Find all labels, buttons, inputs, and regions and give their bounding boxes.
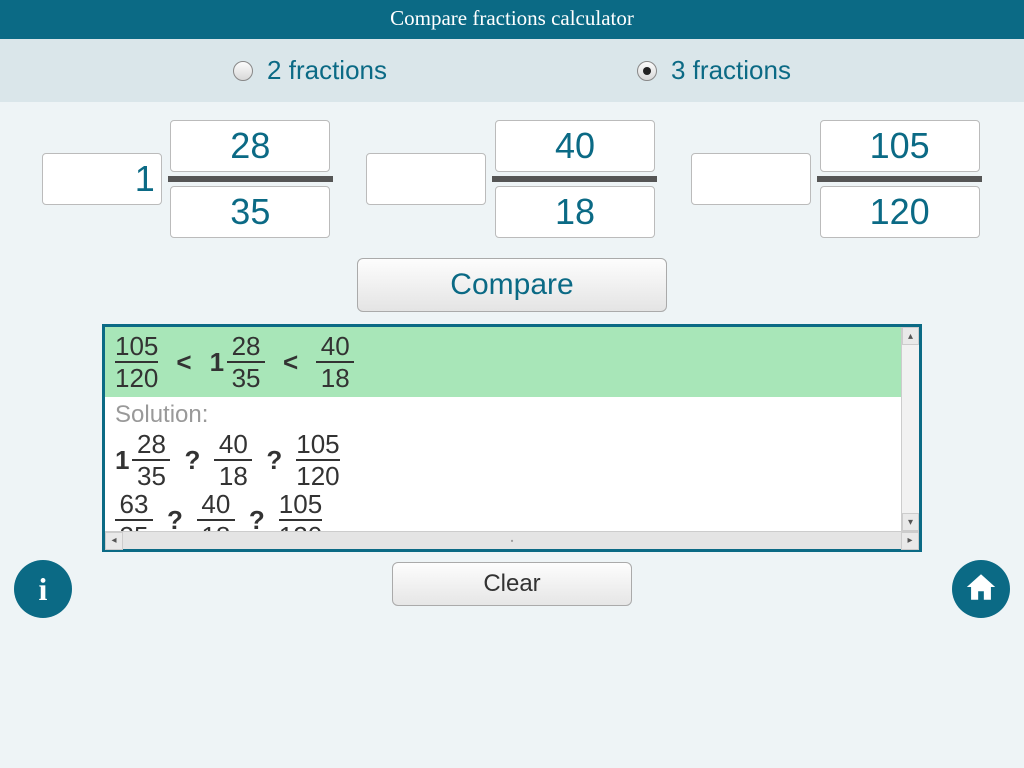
solution-step: 6335?4018?105120 — [115, 491, 909, 531]
home-button[interactable] — [952, 560, 1010, 618]
fraction-1-whole-input[interactable] — [42, 153, 162, 205]
fraction-2-denominator-input[interactable] — [495, 186, 655, 238]
fraction-3-whole-input[interactable] — [691, 153, 811, 205]
scroll-left-icon[interactable]: ◂ — [105, 532, 123, 550]
fraction-3-denominator-input[interactable] — [820, 186, 980, 238]
fraction-count-selector: 2 fractions 3 fractions — [0, 39, 1024, 102]
scroll-right-icon[interactable]: ▸ — [901, 532, 919, 550]
fraction-bar — [492, 176, 657, 182]
fraction-1 — [42, 120, 333, 238]
info-icon: i — [39, 571, 48, 608]
radio-circle-icon — [233, 61, 253, 81]
fraction-inputs-row — [0, 102, 1024, 248]
scroll-up-icon[interactable] — [902, 327, 919, 345]
fraction-2-whole-input[interactable] — [366, 153, 486, 205]
fraction-bar — [168, 176, 333, 182]
fraction-1-denominator-input[interactable] — [170, 186, 330, 238]
home-icon — [964, 570, 998, 609]
compare-button[interactable]: Compare — [357, 258, 667, 312]
radio-circle-icon — [637, 61, 657, 81]
radio-2-fractions[interactable]: 2 fractions — [233, 55, 387, 86]
vertical-scrollbar[interactable] — [901, 327, 919, 531]
scroll-down-icon[interactable] — [902, 513, 919, 531]
horizontal-scrollbar[interactable]: ◂ ▸ — [105, 531, 919, 549]
fraction-3 — [691, 120, 982, 238]
page-title: Compare fractions calculator — [0, 0, 1024, 39]
comparison-result: 105120 < 12835 < 4018 — [105, 327, 919, 397]
fraction-2-numerator-input[interactable] — [495, 120, 655, 172]
solution-steps: Solution: 12835?4018?1051206335?4018?105… — [105, 397, 919, 531]
fraction-2 — [366, 120, 657, 238]
fraction-1-numerator-input[interactable] — [170, 120, 330, 172]
fraction-bar — [817, 176, 982, 182]
solution-panel: 105120 < 12835 < 4018 Solution: 12835?40… — [102, 324, 922, 552]
radio-label: 3 fractions — [671, 55, 791, 86]
clear-button[interactable]: Clear — [392, 562, 632, 606]
fraction-3-numerator-input[interactable] — [820, 120, 980, 172]
solution-label: Solution: — [115, 401, 909, 429]
solution-step: 12835?4018?105120 — [115, 431, 909, 489]
radio-label: 2 fractions — [267, 55, 387, 86]
radio-3-fractions[interactable]: 3 fractions — [637, 55, 791, 86]
info-button[interactable]: i — [14, 560, 72, 618]
